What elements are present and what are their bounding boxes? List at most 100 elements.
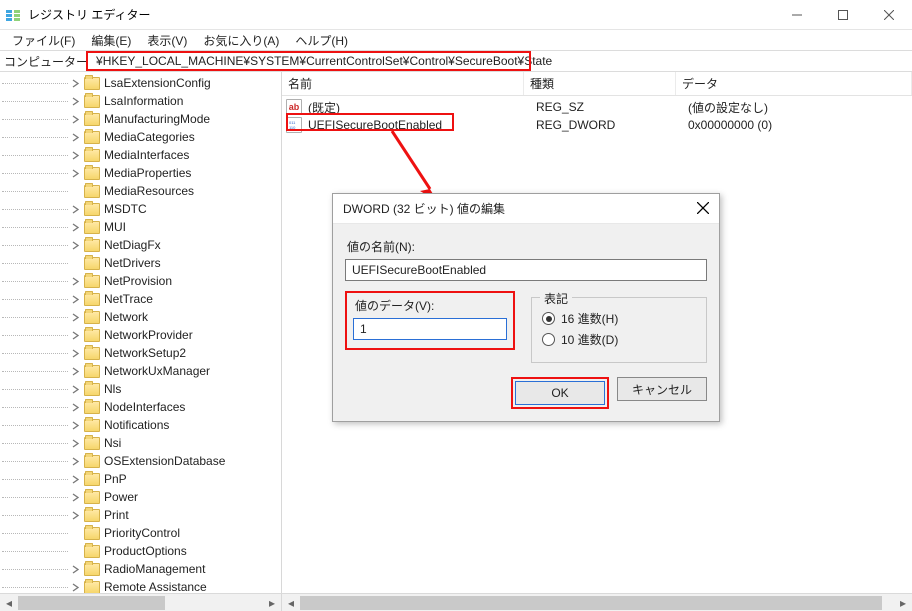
menu-file[interactable]: ファイル(F) (4, 32, 83, 49)
tree-item[interactable]: NetTrace (2, 290, 281, 308)
expander-icon[interactable] (68, 202, 82, 216)
expander-icon[interactable] (68, 274, 82, 288)
expander-icon[interactable] (68, 400, 82, 414)
col-header-data[interactable]: データ (676, 72, 912, 95)
tree-item[interactable]: NetworkProvider (2, 326, 281, 344)
minimize-button[interactable] (774, 0, 820, 30)
cancel-button[interactable]: キャンセル (617, 377, 707, 401)
tree-scroll-left-button[interactable]: ◂ (0, 594, 18, 611)
menu-edit[interactable]: 編集(E) (83, 32, 139, 49)
tree-item[interactable]: NetDrivers (2, 254, 281, 272)
radio-dec-icon (542, 333, 555, 346)
expander-icon[interactable] (68, 112, 82, 126)
expander-icon[interactable] (68, 544, 82, 558)
tree-item[interactable]: NetworkSetup2 (2, 344, 281, 362)
tree-item[interactable]: NodeInterfaces (2, 398, 281, 416)
radio-hex-icon (542, 312, 555, 325)
col-header-name[interactable]: 名前 (282, 72, 524, 95)
menu-favorites[interactable]: お気に入り(A) (195, 32, 287, 49)
list-scroll-track[interactable] (300, 594, 894, 611)
cell-name: UEFISecureBootEnabled (306, 118, 534, 132)
tree-item[interactable]: OSExtensionDatabase (2, 452, 281, 470)
expander-icon[interactable] (68, 292, 82, 306)
expander-icon[interactable] (68, 148, 82, 162)
folder-icon (84, 473, 100, 486)
menu-help[interactable]: ヘルプ(H) (287, 32, 356, 49)
dialog-close-button[interactable] (697, 201, 709, 217)
value-name-input[interactable]: UEFISecureBootEnabled (345, 259, 707, 281)
tree-scroll-thumb[interactable] (18, 596, 165, 610)
expander-icon[interactable] (68, 364, 82, 378)
expander-icon[interactable] (68, 310, 82, 324)
list-scroll-right-button[interactable]: ▸ (894, 594, 912, 611)
expander-icon[interactable] (68, 454, 82, 468)
close-button[interactable] (866, 0, 912, 30)
tree-item[interactable]: MediaCategories (2, 128, 281, 146)
tree-item[interactable]: MediaProperties (2, 164, 281, 182)
address-path-box[interactable]: ¥HKEY_LOCAL_MACHINE¥SYSTEM¥CurrentContro… (92, 51, 912, 71)
expander-icon[interactable] (68, 130, 82, 144)
tree-item-label: NetDiagFx (104, 238, 161, 252)
tree-item[interactable]: MediaInterfaces (2, 146, 281, 164)
expander-icon[interactable] (68, 346, 82, 360)
radio-dec[interactable]: 10 進数(D) (542, 331, 696, 348)
cell-data: 0x00000000 (0) (686, 118, 912, 132)
expander-icon[interactable] (68, 256, 82, 270)
tree-item[interactable]: Print (2, 506, 281, 524)
tree-item-label: NetTrace (104, 292, 153, 306)
tree-item[interactable]: LsaExtensionConfig (2, 74, 281, 92)
tree-item-label: Remote Assistance (104, 580, 207, 593)
expander-icon[interactable] (68, 76, 82, 90)
tree-scroll-track[interactable] (18, 594, 263, 611)
expander-icon[interactable] (68, 382, 82, 396)
tree-scroll-right-button[interactable]: ▸ (263, 594, 281, 611)
list-scroll-thumb[interactable] (300, 596, 882, 610)
list-header: 名前 種類 データ (282, 72, 912, 96)
expander-icon[interactable] (68, 562, 82, 576)
expander-icon[interactable] (68, 166, 82, 180)
expander-icon[interactable] (68, 94, 82, 108)
radio-hex[interactable]: 16 進数(H) (542, 310, 696, 327)
expander-icon[interactable] (68, 472, 82, 486)
expander-icon[interactable] (68, 436, 82, 450)
tree-item[interactable]: NetProvision (2, 272, 281, 290)
tree-item[interactable]: MSDTC (2, 200, 281, 218)
tree-item[interactable]: RadioManagement (2, 560, 281, 578)
menu-view[interactable]: 表示(V) (139, 32, 195, 49)
expander-icon[interactable] (68, 418, 82, 432)
ok-button[interactable]: OK (515, 381, 605, 405)
value-name-label: 値の名前(N): (347, 238, 705, 255)
tree-item[interactable]: MUI (2, 218, 281, 236)
tree-item[interactable]: MediaResources (2, 182, 281, 200)
expander-icon[interactable] (68, 328, 82, 342)
tree-item[interactable]: LsaInformation (2, 92, 281, 110)
expander-icon[interactable] (68, 580, 82, 593)
tree-item[interactable]: Remote Assistance (2, 578, 281, 593)
tree-item[interactable]: Power (2, 488, 281, 506)
expander-icon[interactable] (68, 238, 82, 252)
expander-icon[interactable] (68, 490, 82, 504)
expander-icon[interactable] (68, 526, 82, 540)
maximize-button[interactable] (820, 0, 866, 30)
tree-item[interactable]: PnP (2, 470, 281, 488)
list-scroll-left-button[interactable]: ◂ (282, 594, 300, 611)
folder-icon (84, 527, 100, 540)
tree-item[interactable]: Nsi (2, 434, 281, 452)
list-row[interactable]: ab(既定)REG_SZ(値の設定なし) (282, 98, 912, 116)
folder-icon (84, 167, 100, 180)
tree-item[interactable]: NetDiagFx (2, 236, 281, 254)
tree-item[interactable]: Nls (2, 380, 281, 398)
tree-item[interactable]: PriorityControl (2, 524, 281, 542)
expander-icon[interactable] (68, 220, 82, 234)
tree-item[interactable]: NetworkUxManager (2, 362, 281, 380)
col-header-type[interactable]: 種類 (524, 72, 676, 95)
list-row[interactable]: 011110UEFISecureBootEnabledREG_DWORD0x00… (282, 116, 912, 134)
expander-icon[interactable] (68, 184, 82, 198)
tree-item[interactable]: Notifications (2, 416, 281, 434)
expander-icon[interactable] (68, 508, 82, 522)
tree-item[interactable]: ManufacturingMode (2, 110, 281, 128)
tree-pane[interactable]: LsaExtensionConfigLsaInformationManufact… (0, 72, 282, 593)
tree-item[interactable]: ProductOptions (2, 542, 281, 560)
value-data-input[interactable]: 1 (353, 318, 507, 340)
tree-item[interactable]: Network (2, 308, 281, 326)
